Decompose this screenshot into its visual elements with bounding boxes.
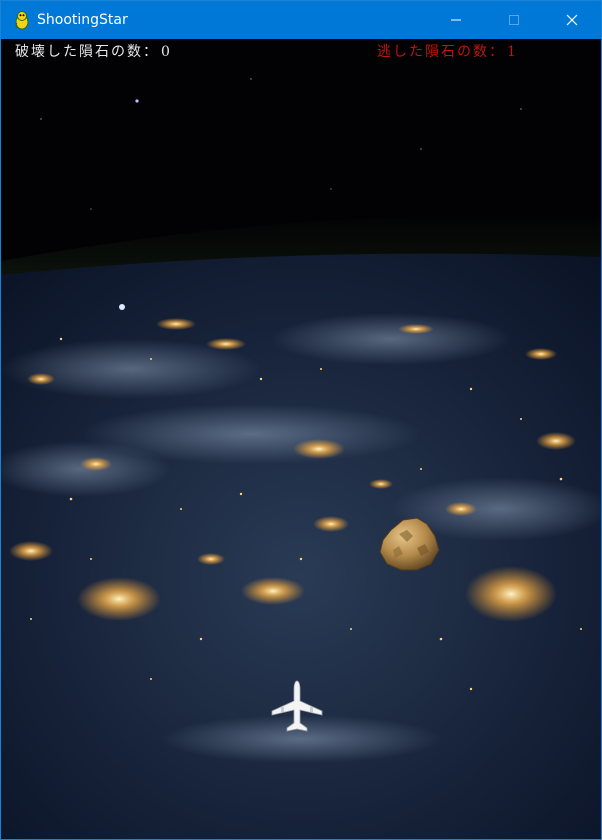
destroyed-label: 破壊した隕石の数：: [15, 44, 159, 60]
minimize-icon: [451, 19, 461, 21]
close-button[interactable]: [543, 1, 601, 39]
game-window: ShootingStar 破壊した隕石の数： 0 逃した隕石の数： 1: [0, 0, 602, 840]
destroyed-count: 0: [161, 44, 172, 60]
missed-meteor-counter: 逃した隕石の数： 1: [377, 41, 518, 61]
maximize-button[interactable]: [485, 1, 543, 39]
maximize-icon: [509, 15, 519, 25]
title-bar[interactable]: ShootingStar: [1, 1, 601, 39]
missed-count: 1: [507, 44, 518, 60]
destroyed-meteor-counter: 破壊した隕石の数： 0: [15, 41, 172, 61]
missed-label: 逃した隕石の数：: [377, 44, 505, 60]
minimize-button[interactable]: [427, 1, 485, 39]
close-icon: [566, 14, 578, 26]
meteor-rock: [379, 517, 440, 571]
airplane-player[interactable]: [269, 679, 325, 735]
game-canvas[interactable]: 破壊した隕石の数： 0 逃した隕石の数： 1: [1, 39, 601, 839]
window-title: ShootingStar: [37, 12, 128, 28]
pygame-snake-icon: [15, 11, 29, 30]
